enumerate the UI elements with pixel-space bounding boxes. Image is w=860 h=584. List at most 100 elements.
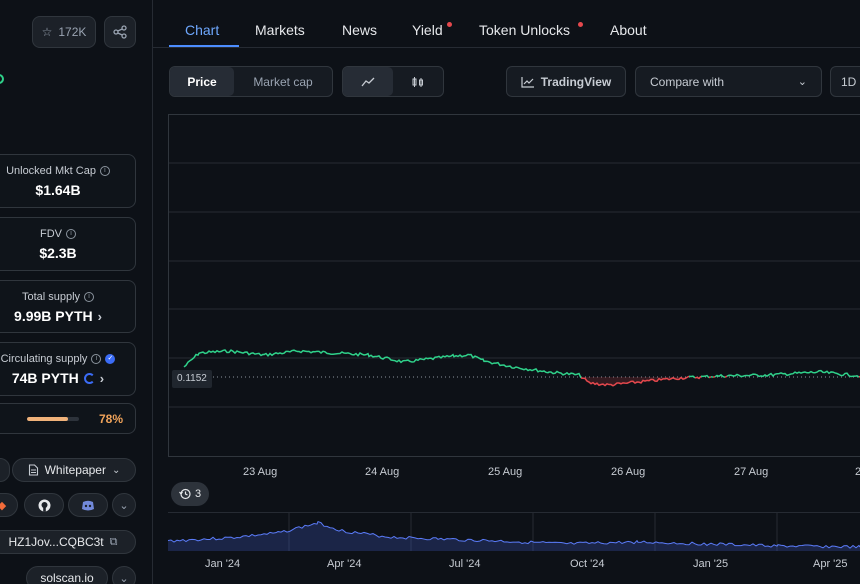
brave-link[interactable]: ◆ bbox=[0, 493, 18, 517]
tab-yield[interactable]: Yield bbox=[412, 22, 443, 38]
explorer-label: solscan.io bbox=[40, 571, 94, 584]
discord-link[interactable] bbox=[68, 493, 108, 517]
info-icon[interactable]: i bbox=[99, 166, 110, 176]
progress-fill bbox=[27, 417, 68, 421]
navigator-label: Jul '24 bbox=[449, 558, 481, 570]
navigator-label: Oct '24 bbox=[570, 558, 605, 570]
whitepaper-label: Whitepaper bbox=[44, 463, 106, 477]
tradingview-button[interactable]: TradingView bbox=[506, 66, 626, 97]
circulating-supply-card[interactable]: Circulating supply i ✓ 74B PYTH › bbox=[0, 342, 136, 396]
circulating-progress: 78% bbox=[0, 403, 136, 434]
price-line-above bbox=[183, 349, 582, 379]
chevron-down-icon: ⌄ bbox=[797, 76, 807, 88]
discord-icon bbox=[82, 500, 94, 510]
status-indicator bbox=[0, 74, 4, 84]
navigator-label: Jan '24 bbox=[205, 558, 241, 570]
chevron-down-icon: ⌄ bbox=[119, 499, 129, 512]
contract-address: HZ1Jov...CQBC3t bbox=[8, 535, 104, 549]
price-chart-svg bbox=[169, 162, 860, 408]
explorer-link[interactable]: solscan.io bbox=[26, 566, 108, 584]
stat-value: 9.99B PYTH bbox=[14, 308, 93, 324]
price-line-above bbox=[714, 373, 726, 378]
tab-chart[interactable]: Chart bbox=[185, 22, 219, 38]
notification-dot bbox=[578, 22, 583, 27]
chevron-down-icon: ⌄ bbox=[111, 464, 121, 476]
star-count: 172K bbox=[58, 25, 87, 39]
notification-dot bbox=[447, 22, 452, 27]
more-links-button[interactable]: ⌄ bbox=[112, 493, 136, 517]
unlocked-mkt-cap-card: Unlocked Mkt Cap i $1.64B bbox=[0, 154, 136, 208]
line-chart-toggle[interactable] bbox=[343, 67, 393, 96]
tradingview-label: TradingView bbox=[540, 74, 612, 89]
navigator-label: Jan '25 bbox=[693, 558, 729, 570]
chevron-right-icon: › bbox=[99, 370, 105, 386]
share-button[interactable] bbox=[104, 16, 136, 48]
stat-value: 74B PYTH bbox=[11, 370, 79, 386]
candlestick-toggle[interactable] bbox=[393, 67, 443, 96]
x-axis-label: 23 Aug bbox=[243, 466, 278, 478]
history-count: 3 bbox=[194, 488, 202, 500]
progress-ring-icon bbox=[83, 372, 95, 384]
brave-icon: ◆ bbox=[0, 499, 6, 512]
navigator-area bbox=[168, 521, 860, 551]
github-icon bbox=[38, 499, 50, 511]
history-events-badge[interactable]: 3 bbox=[171, 482, 209, 506]
line-chart-icon bbox=[361, 77, 375, 86]
github-link[interactable] bbox=[24, 493, 64, 517]
star-icon: ☆ bbox=[41, 25, 53, 39]
price-line-above bbox=[688, 375, 696, 379]
x-axis-label: 2 bbox=[855, 466, 860, 478]
stat-value: $1.64B bbox=[35, 182, 81, 198]
tradingview-icon bbox=[521, 76, 534, 88]
more-explorers-button[interactable]: ⌄ bbox=[112, 566, 136, 584]
stat-label: Total supply bbox=[21, 291, 81, 303]
active-tab-indicator bbox=[169, 45, 239, 47]
history-icon bbox=[178, 488, 191, 500]
chart-type-toggle bbox=[342, 66, 444, 97]
stat-label: FDV bbox=[40, 228, 62, 240]
info-icon[interactable]: i bbox=[66, 229, 76, 239]
price-mktcap-toggle: Price Market cap bbox=[169, 66, 333, 97]
document-icon bbox=[28, 464, 38, 476]
price-line-above bbox=[726, 369, 860, 378]
token-tabs: Chart Markets News Yield Token Unlocks A… bbox=[153, 0, 860, 48]
x-axis-label: 26 Aug bbox=[611, 466, 646, 478]
total-supply-card[interactable]: Total supply i 9.99B PYTH › bbox=[0, 280, 136, 333]
share-icon bbox=[113, 25, 127, 39]
current-price-label: 0.1152 bbox=[172, 370, 212, 388]
copy-icon[interactable]: ⧉ bbox=[110, 536, 118, 549]
stat-label: Unlocked Mkt Cap bbox=[6, 165, 96, 177]
navigator-label: Apr '25 bbox=[813, 558, 848, 570]
x-axis-label: 27 Aug bbox=[734, 466, 769, 478]
info-icon[interactable]: i bbox=[91, 354, 102, 364]
progress-track bbox=[27, 417, 79, 421]
info-icon[interactable]: i bbox=[84, 292, 95, 302]
compare-with-select[interactable]: Compare with ⌄ bbox=[635, 66, 822, 97]
price-line-below bbox=[724, 375, 728, 378]
market-cap-toggle[interactable]: Market cap bbox=[234, 67, 332, 96]
x-axis-label: 25 Aug bbox=[488, 466, 523, 478]
navigator-chart-svg bbox=[167, 513, 860, 551]
price-chart[interactable]: 0.1152 bbox=[168, 114, 860, 457]
progress-percent: 78% bbox=[98, 412, 123, 426]
tab-token-unlocks[interactable]: Token Unlocks bbox=[479, 22, 570, 38]
stat-value: $2.3B bbox=[39, 245, 77, 261]
price-toggle[interactable]: Price bbox=[170, 67, 234, 96]
token-info-panel: ☆ 172K Unlocked Mkt Cap i $1.64B FDV i $2.… bbox=[0, 0, 153, 584]
navigator-label: Apr '24 bbox=[327, 558, 362, 570]
price-line-below bbox=[708, 376, 712, 379]
verified-icon: ✓ bbox=[105, 354, 116, 364]
whitepaper-button[interactable]: Whitepaper ⌄ bbox=[12, 458, 136, 482]
range-navigator[interactable] bbox=[167, 512, 860, 551]
chevron-right-icon: › bbox=[97, 308, 102, 324]
tab-about[interactable]: About bbox=[610, 22, 647, 38]
watchlist-button[interactable]: ☆ 172K bbox=[32, 16, 96, 48]
time-range-1d[interactable]: 1D bbox=[830, 66, 860, 97]
tab-markets[interactable]: Markets bbox=[255, 22, 305, 38]
range-label: 1D bbox=[841, 74, 857, 89]
candlestick-icon bbox=[412, 76, 423, 87]
compare-label: Compare with bbox=[650, 74, 725, 89]
tab-news[interactable]: News bbox=[342, 22, 377, 38]
contract-address-pill[interactable]: HZ1Jov...CQBC3t ⧉ bbox=[0, 530, 136, 554]
link-pill[interactable] bbox=[0, 458, 10, 482]
